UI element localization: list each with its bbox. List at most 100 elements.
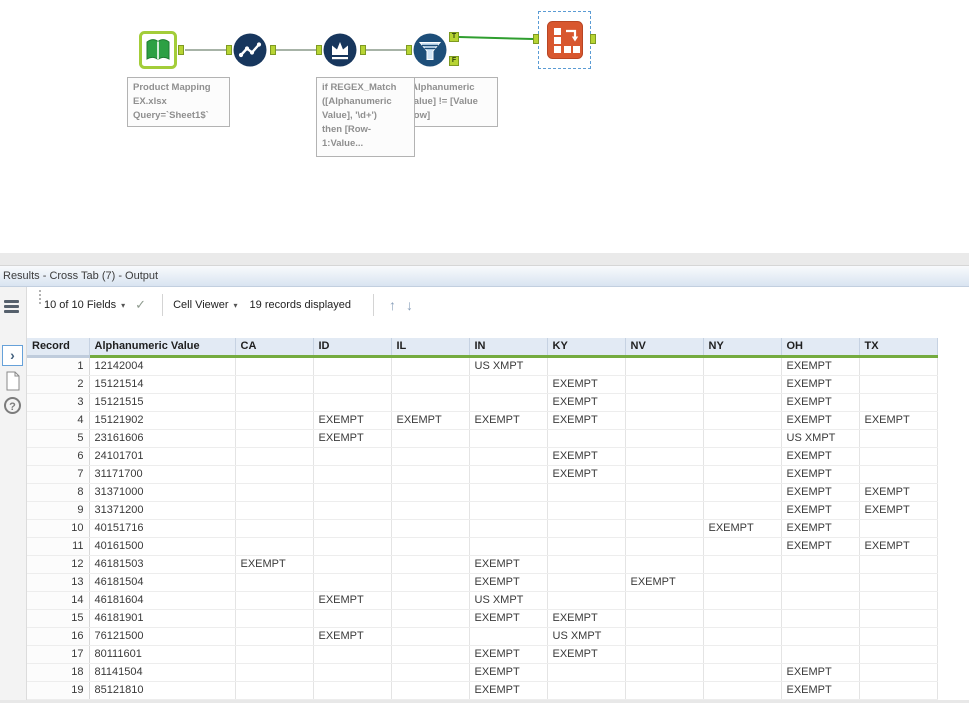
data-cell[interactable] bbox=[391, 645, 470, 664]
results-layers-icon[interactable] bbox=[3, 299, 21, 320]
data-cell[interactable] bbox=[469, 447, 548, 466]
data-cell[interactable] bbox=[703, 627, 782, 646]
fields-dropdown[interactable]: 10 of 10 Fields ▾ bbox=[44, 299, 125, 311]
input-anchor[interactable] bbox=[406, 45, 412, 55]
output-anchor[interactable] bbox=[178, 45, 184, 55]
data-cell[interactable]: 31371000 bbox=[89, 483, 236, 502]
panel-separator[interactable] bbox=[0, 253, 969, 266]
data-cell[interactable] bbox=[547, 429, 626, 448]
record-cell[interactable]: 18 bbox=[27, 663, 90, 682]
table-row[interactable]: 15 46181901 EXEMPT EXEMPT bbox=[27, 609, 938, 628]
data-cell[interactable] bbox=[391, 447, 470, 466]
help-icon[interactable]: ? bbox=[4, 397, 21, 414]
data-cell[interactable]: US XMPT bbox=[547, 627, 626, 646]
data-cell[interactable] bbox=[625, 483, 704, 502]
data-cell[interactable] bbox=[235, 627, 314, 646]
column-header-ky[interactable]: KY bbox=[547, 338, 626, 358]
data-cell[interactable] bbox=[859, 555, 938, 574]
data-cell[interactable] bbox=[313, 555, 392, 574]
data-cell[interactable]: EXEMPT bbox=[547, 447, 626, 466]
data-cell[interactable] bbox=[859, 627, 938, 646]
data-cell[interactable]: EXEMPT bbox=[469, 681, 548, 700]
data-cell[interactable]: 46181604 bbox=[89, 591, 236, 610]
data-cell[interactable] bbox=[703, 555, 782, 574]
data-cell[interactable] bbox=[625, 645, 704, 664]
multi-row-formula-tool[interactable] bbox=[322, 32, 358, 73]
data-cell[interactable] bbox=[547, 681, 626, 700]
data-cell[interactable] bbox=[859, 573, 938, 592]
table-row[interactable]: 16 76121500 EXEMPT US XMPT bbox=[27, 627, 938, 646]
data-cell[interactable] bbox=[625, 429, 704, 448]
column-header-tx[interactable]: TX bbox=[859, 338, 938, 358]
table-row[interactable]: 9 31371200 EXEMPT EXEMPT bbox=[27, 501, 938, 520]
data-cell[interactable] bbox=[391, 429, 470, 448]
record-cell[interactable]: 6 bbox=[27, 447, 90, 466]
record-cell[interactable]: 1 bbox=[27, 356, 90, 376]
data-cell[interactable] bbox=[703, 375, 782, 394]
data-cell[interactable]: EXEMPT bbox=[703, 519, 782, 538]
record-cell[interactable]: 7 bbox=[27, 465, 90, 484]
data-cell[interactable]: EXEMPT bbox=[781, 537, 860, 556]
data-cell[interactable] bbox=[391, 393, 470, 412]
data-cell[interactable] bbox=[391, 627, 470, 646]
data-cell[interactable]: EXEMPT bbox=[859, 501, 938, 520]
data-cell[interactable] bbox=[313, 356, 392, 376]
data-cell[interactable] bbox=[313, 519, 392, 538]
table-row[interactable]: 6 24101701 EXEMPT EXEMPT bbox=[27, 447, 938, 466]
data-cell[interactable] bbox=[703, 465, 782, 484]
data-cell[interactable] bbox=[859, 429, 938, 448]
data-cell[interactable] bbox=[235, 375, 314, 394]
table-row[interactable]: 13 46181504 EXEMPT EXEMPT bbox=[27, 573, 938, 592]
annotation-multi-row-formula[interactable]: if REGEX_Match ([Alphanumeric Value], '\… bbox=[316, 77, 415, 157]
data-cell[interactable] bbox=[781, 555, 860, 574]
data-cell[interactable]: 80111601 bbox=[89, 645, 236, 664]
data-cell[interactable] bbox=[625, 627, 704, 646]
data-cell[interactable] bbox=[235, 591, 314, 610]
results-panel-header[interactable]: Results - Cross Tab (7) - Output bbox=[0, 266, 969, 287]
data-cell[interactable] bbox=[703, 573, 782, 592]
data-cell[interactable]: 15121515 bbox=[89, 393, 236, 412]
table-row[interactable]: 11 40161500 EXEMPT EXEMPT bbox=[27, 537, 938, 556]
data-cell[interactable] bbox=[703, 483, 782, 502]
data-cell[interactable]: 46181504 bbox=[89, 573, 236, 592]
data-cell[interactable] bbox=[781, 645, 860, 664]
record-cell[interactable]: 15 bbox=[27, 609, 90, 628]
data-cell[interactable] bbox=[313, 645, 392, 664]
data-cell[interactable] bbox=[391, 537, 470, 556]
true-output-anchor[interactable]: T bbox=[449, 32, 459, 42]
data-cell[interactable] bbox=[547, 519, 626, 538]
data-cell[interactable] bbox=[391, 375, 470, 394]
data-cell[interactable] bbox=[859, 375, 938, 394]
data-cell[interactable] bbox=[469, 393, 548, 412]
data-cell[interactable]: EXEMPT bbox=[547, 609, 626, 628]
data-cell[interactable] bbox=[625, 465, 704, 484]
data-cell[interactable]: EXEMPT bbox=[235, 555, 314, 574]
record-cell[interactable]: 17 bbox=[27, 645, 90, 664]
data-cell[interactable] bbox=[469, 429, 548, 448]
data-cell[interactable] bbox=[235, 483, 314, 502]
data-cell[interactable] bbox=[235, 609, 314, 628]
data-cell[interactable] bbox=[391, 501, 470, 520]
data-cell[interactable] bbox=[547, 555, 626, 574]
data-cell[interactable]: 46181503 bbox=[89, 555, 236, 574]
input-data-tool[interactable] bbox=[139, 31, 177, 74]
data-cell[interactable] bbox=[313, 447, 392, 466]
data-cell[interactable] bbox=[313, 681, 392, 700]
data-cell[interactable] bbox=[859, 681, 938, 700]
down-arrow-icon[interactable]: ↓ bbox=[406, 297, 413, 313]
data-cell[interactable] bbox=[469, 375, 548, 394]
data-cell[interactable] bbox=[859, 591, 938, 610]
record-cell[interactable]: 5 bbox=[27, 429, 90, 448]
data-cell[interactable]: EXEMPT bbox=[313, 429, 392, 448]
data-cell[interactable]: US XMPT bbox=[469, 356, 548, 376]
data-cell[interactable] bbox=[547, 663, 626, 682]
input-anchor[interactable] bbox=[226, 45, 232, 55]
record-cell[interactable]: 19 bbox=[27, 681, 90, 700]
column-header-record[interactable]: Record bbox=[27, 338, 90, 358]
data-cell[interactable] bbox=[703, 356, 782, 376]
data-cell[interactable]: 40161500 bbox=[89, 537, 236, 556]
data-cell[interactable] bbox=[625, 609, 704, 628]
table-row[interactable]: 3 15121515 EXEMPT EXEMPT bbox=[27, 393, 938, 412]
data-cell[interactable] bbox=[625, 519, 704, 538]
data-cell[interactable] bbox=[781, 591, 860, 610]
